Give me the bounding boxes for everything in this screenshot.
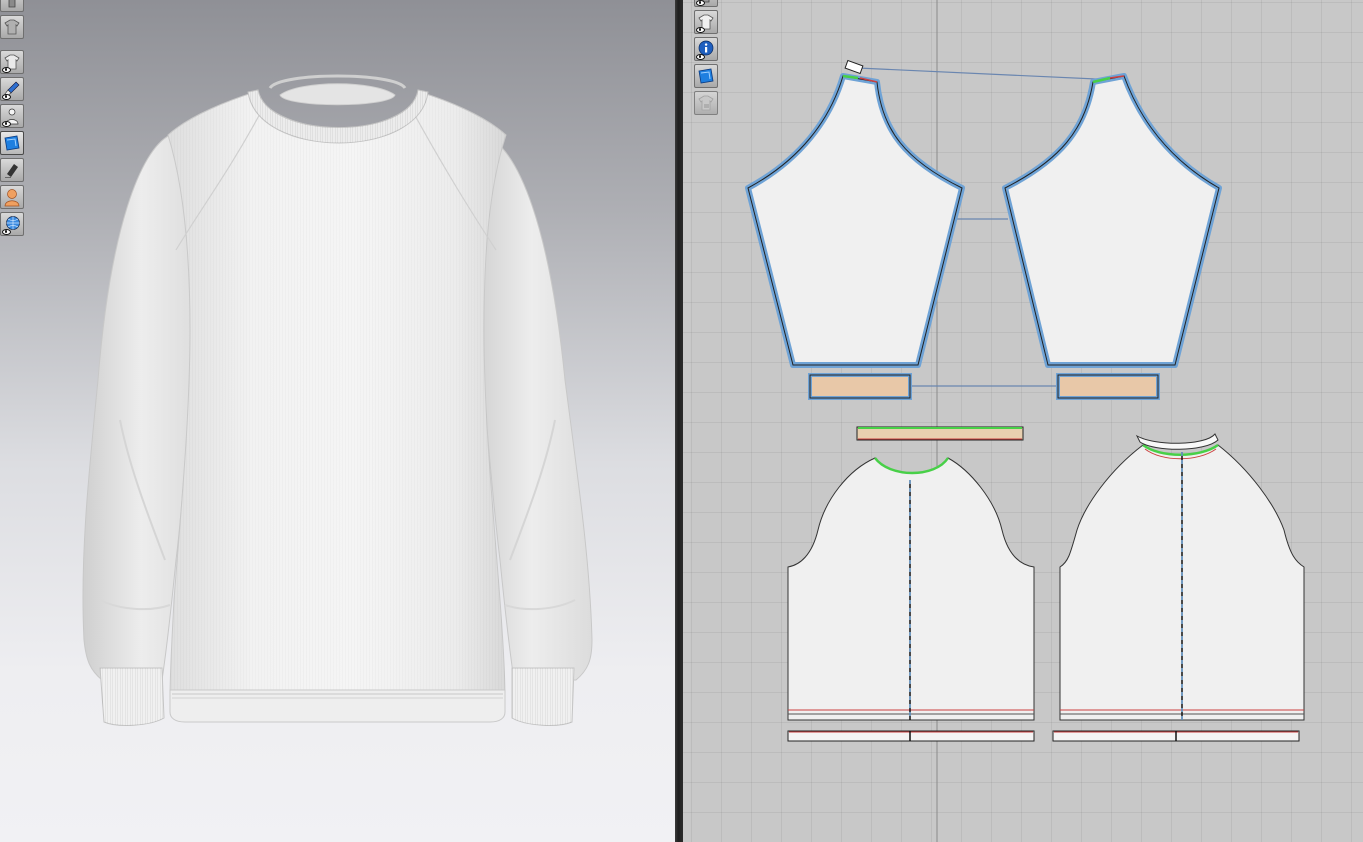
garment-display-icon[interactable] [0,0,24,12]
left-sleeve-piece [745,59,965,368]
3d-viewport[interactable] [0,0,675,842]
locked-shirt-icon[interactable] [694,91,718,115]
info-eye-icon[interactable] [694,37,718,61]
eye-icon [696,54,705,60]
viewport-splitter[interactable] [675,0,683,842]
fabric-blue-icon[interactable] [0,131,24,155]
globe-eye-icon[interactable] [0,212,24,236]
hem-band [169,689,506,723]
right-cuff-piece [1056,373,1160,400]
back-hem-rib-piece [1052,730,1300,742]
back-body-piece [1059,433,1305,721]
brush-eye-icon[interactable] [0,77,24,101]
eye-icon [2,121,11,127]
fabric-texture-icon[interactable] [694,64,718,88]
front-body-piece [787,457,1035,721]
front-hem-rib-piece [787,730,1035,742]
3d-viewport-toolbar [0,0,24,236]
eye-icon [696,0,705,6]
garment-eye-icon[interactable] [0,50,24,74]
avatar-orange-icon[interactable] [0,185,24,209]
right-sleeve-piece [1002,73,1222,368]
eye-icon [696,27,705,33]
avatar-eye-icon[interactable] [0,104,24,128]
2d-viewport-toolbar [694,0,718,115]
garment-3d-view [82,74,593,726]
shirt-gray-icon[interactable] [0,15,24,39]
pattern-pieces [745,0,1305,842]
shirt-eye-icon[interactable] [694,10,718,34]
collar-inner [279,83,396,106]
2d-pattern-viewport[interactable] [683,0,1363,842]
stamp-icon[interactable] [0,158,24,182]
eye-icon [2,94,11,100]
left-cuff-piece [808,373,912,400]
top-cut-icon[interactable] [694,0,718,7]
eye-icon [2,67,11,73]
eye-icon [2,229,11,235]
collar-rib-piece [856,426,1024,441]
